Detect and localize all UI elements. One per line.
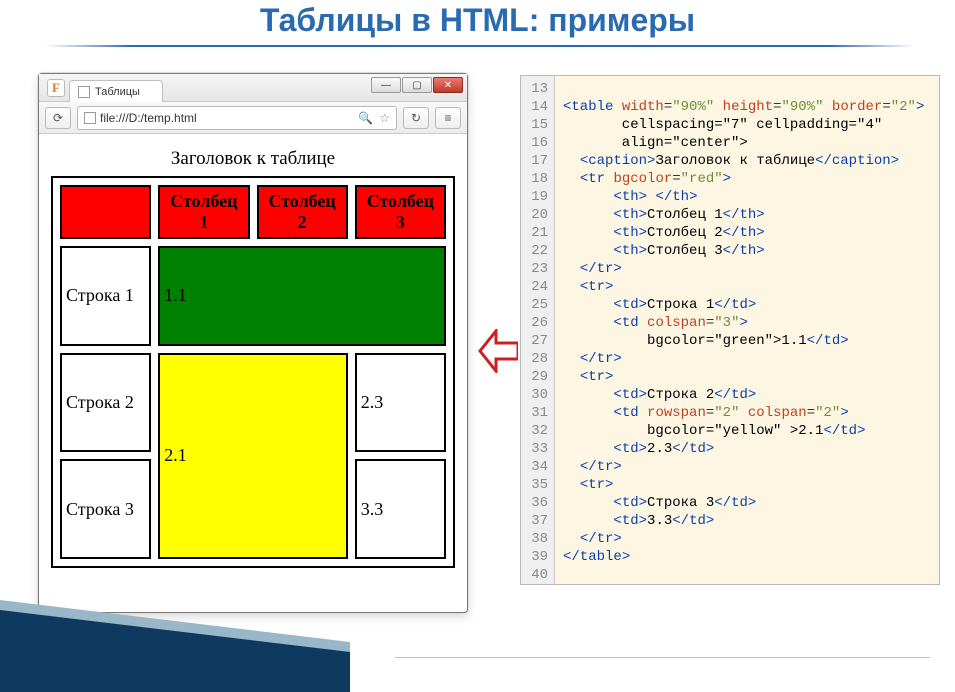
browser-window: F Таблицы ⟳ file:///D:/temp.html 🔍 ☆ [38,73,468,613]
title-underline [45,45,915,47]
table-caption: Заголовок к таблице [51,148,455,170]
demo-table: Столбец 1Столбец 2Столбец 3 Строка 11.1С… [51,176,455,568]
bottom-rule [395,657,930,658]
table-header [60,185,151,239]
maximize-button[interactable] [402,77,432,93]
table-cell: 3.3 [355,459,446,559]
arrow-left-icon [478,329,518,373]
row-label: Строка 1 [60,246,151,346]
table-header: Столбец 2 [257,185,348,239]
slide-title: Таблицы в HTML: примеры [0,0,955,45]
browser-titlebar: F Таблицы [39,74,467,102]
table-cell: 1.1 [158,246,446,346]
address-bar: ⟳ file:///D:/temp.html 🔍 ☆ ↻ ≡ [39,102,467,134]
url-text: file:///D:/temp.html [100,111,197,125]
page-icon [78,86,90,98]
table-header: Столбец 3 [355,185,446,239]
url-input[interactable]: file:///D:/temp.html 🔍 ☆ [77,106,397,130]
menu-button[interactable]: ≡ [435,107,461,129]
table-cell: 2.1 [158,353,348,559]
row-label: Строка 2 [60,353,151,453]
table-cell: 2.3 [355,353,446,453]
browser-tab[interactable]: Таблицы [69,80,163,102]
code-editor: 1314151617181920212223242526272829303132… [520,75,940,585]
row-label: Строка 3 [60,459,151,559]
code-body[interactable]: <table width="90%" height="90%" border="… [555,76,932,584]
reload-button[interactable]: ⟳ [45,107,71,129]
search-icon[interactable]: 🔍 [358,111,373,125]
tab-title: Таблицы [95,86,140,98]
table-header: Столбец 1 [158,185,249,239]
bookmark-icon[interactable]: ☆ [379,111,390,125]
minimize-button[interactable] [371,77,401,93]
window-buttons [371,77,463,93]
loop-button[interactable]: ↻ [403,107,429,129]
browser-favicon: F [47,79,65,97]
page-icon [84,112,96,124]
close-button[interactable] [433,77,463,93]
page-viewport: Заголовок к таблице Столбец 1Столбец 2Ст… [39,134,467,578]
line-numbers: 1314151617181920212223242526272829303132… [521,76,555,584]
